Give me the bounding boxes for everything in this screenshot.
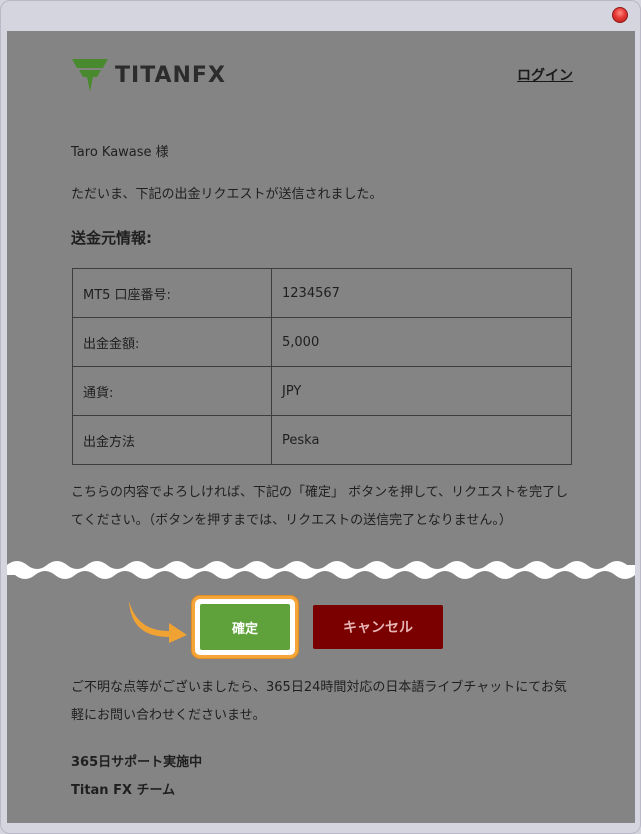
arrow-pointer-icon <box>129 601 187 643</box>
table-row: 通貨: JPY <box>72 366 572 416</box>
row-value: 1234567 <box>271 268 572 318</box>
torn-edge-divider <box>7 561 635 579</box>
row-value: Peska <box>271 415 572 465</box>
greeting: Taro Kawase 様 <box>71 145 169 160</box>
table-row: 出金金額: 5,000 <box>72 317 572 367</box>
withdrawal-info-table: MT5 口座番号: 1234567 出金金額: 5,000 通貨: JPY 出金… <box>72 268 572 465</box>
intro-text: ただいま、下記の出金リクエストが送信されました。 <box>71 187 383 202</box>
cancel-button[interactable]: キャンセル <box>313 605 443 649</box>
row-label: 出金方法 <box>72 415 272 465</box>
table-row: MT5 口座番号: 1234567 <box>72 268 572 318</box>
table-row: 出金方法 Peska <box>72 415 572 465</box>
confirm-button[interactable]: 確定 <box>200 604 290 650</box>
login-link[interactable]: ログイン <box>517 65 573 85</box>
window-close-button[interactable] <box>612 7 628 23</box>
help-text: ご不明な点等がございましたら、365日24時間対応の日本語ライブチャットにてお気… <box>71 680 567 723</box>
logo-text: TITANFX <box>115 62 226 88</box>
signature-team: Titan FX チーム <box>71 783 176 798</box>
titanfx-logo: TITANFX <box>71 55 226 95</box>
section-title: 送金元情報: <box>71 229 152 247</box>
confirm-instructions: こちらの内容でよろしければ、下記の「確定」 ボタンを押して、リクエストを完了して… <box>71 485 569 528</box>
email-body: TITANFX ログイン Taro Kawase 様 ただいま、下記の出金リクエ… <box>7 31 635 823</box>
row-label: 通貨: <box>72 366 272 416</box>
row-value: JPY <box>271 366 572 416</box>
row-value: 5,000 <box>271 317 572 367</box>
confirm-button-highlight: 確定 <box>192 596 298 658</box>
row-label: MT5 口座番号: <box>72 268 272 318</box>
signature-support: 365日サポート実施中 <box>71 755 203 770</box>
row-label: 出金金額: <box>72 317 272 367</box>
window-frame: TITANFX ログイン Taro Kawase 様 ただいま、下記の出金リクエ… <box>0 0 641 834</box>
titanfx-logo-icon <box>72 59 108 92</box>
